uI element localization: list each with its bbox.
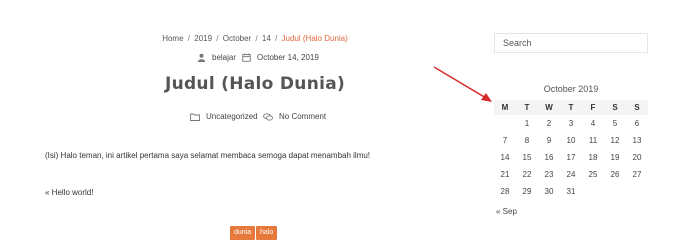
- weekday-header: F: [582, 100, 604, 115]
- breadcrumb-separator: /: [275, 34, 278, 43]
- comment-icon: [263, 112, 273, 121]
- folder-icon: [190, 113, 200, 121]
- breadcrumb: Home / 2019 / October / 14 / Judul (Halo…: [0, 34, 510, 43]
- calendar-day: 23: [544, 170, 554, 179]
- calendar-day: 16: [544, 153, 554, 162]
- calendar-day: 30: [544, 187, 554, 196]
- calendar-icon: [242, 53, 251, 62]
- calendar-table: M T W T F S S 1 2 3 4 5 6 7 8 9 10 11 12…: [494, 100, 648, 200]
- post-title: Judul (Halo Dunia): [164, 74, 346, 94]
- calendar-day: 25: [588, 170, 598, 179]
- post-comments[interactable]: No Comment: [263, 112, 326, 121]
- tag-halo[interactable]: halo: [256, 226, 278, 240]
- calendar-day: 31: [566, 187, 576, 196]
- calendar-day: 26: [610, 170, 620, 179]
- calendar-day: 20: [632, 153, 642, 162]
- calendar-day: [626, 183, 648, 200]
- weekday-header: S: [626, 100, 648, 115]
- calendar-week: 21 22 23 24 25 26 27: [494, 166, 648, 183]
- calendar-day: 14: [500, 153, 510, 162]
- calendar-week: 28 29 30 31: [494, 183, 648, 200]
- calendar-day: [494, 115, 516, 132]
- weekday-header: T: [560, 100, 582, 115]
- calendar-day: 9: [546, 136, 552, 145]
- calendar-day: 29: [522, 187, 532, 196]
- post-author[interactable]: belajar: [197, 53, 236, 62]
- calendar-day: 2: [546, 119, 552, 128]
- calendar-day: 28: [500, 187, 510, 196]
- breadcrumb-separator: /: [255, 34, 258, 43]
- breadcrumb-current: Judul (Halo Dunia): [281, 34, 348, 43]
- calendar-day: 4: [590, 119, 596, 128]
- calendar-day: [582, 183, 604, 200]
- user-icon: [197, 53, 206, 62]
- calendar-day: 10: [566, 136, 576, 145]
- calendar-day: 24: [566, 170, 576, 179]
- breadcrumb-month[interactable]: October: [223, 34, 251, 43]
- weekday-header: S: [604, 100, 626, 115]
- calendar-day: 1: [524, 119, 530, 128]
- calendar-day: 22: [522, 170, 532, 179]
- post-date[interactable]: October 14, 2019: [242, 53, 319, 62]
- calendar-day: 15: [522, 153, 532, 162]
- tag-dunia[interactable]: dunia: [230, 226, 256, 240]
- calendar-week: 7 8 9 10 11 12 13: [494, 132, 648, 149]
- calendar-day: 3: [568, 119, 574, 128]
- calendar-day: 6: [634, 119, 640, 128]
- breadcrumb-separator: /: [187, 34, 191, 43]
- calendar-day: 5: [612, 119, 618, 128]
- weekday-header: T: [516, 100, 538, 115]
- calendar-week: 14 15 16 17 18 19 20: [494, 149, 648, 166]
- calendar-day: 18: [588, 153, 598, 162]
- breadcrumb-day[interactable]: 14: [262, 34, 271, 43]
- calendar-day: [604, 183, 626, 200]
- category-link[interactable]: Uncategorized: [206, 112, 258, 121]
- calendar-day: 12: [610, 136, 620, 145]
- calendar-day: 17: [566, 153, 576, 162]
- author-name: belajar: [212, 53, 237, 62]
- calendar-prev-month-link[interactable]: « Sep: [496, 207, 517, 216]
- calendar-day: 13: [632, 136, 642, 145]
- date-text: October 14, 2019: [257, 53, 319, 62]
- comments-link[interactable]: No Comment: [279, 112, 326, 121]
- breadcrumb-home[interactable]: Home: [162, 34, 183, 43]
- calendar-day: 21: [500, 170, 510, 179]
- calendar-day: 7: [502, 136, 508, 145]
- weekday-header: M: [494, 100, 516, 115]
- breadcrumb-separator: /: [216, 34, 219, 43]
- calendar-day: 11: [588, 136, 598, 145]
- weekday-header: W: [538, 100, 560, 115]
- previous-post-link[interactable]: « Hello world!: [45, 188, 93, 197]
- calendar-day: 27: [632, 170, 642, 179]
- search-input[interactable]: [494, 33, 648, 53]
- calendar-day: 19: [610, 153, 620, 162]
- calendar-caption: October 2019: [543, 84, 599, 94]
- calendar-day: 8: [524, 136, 530, 145]
- post-category[interactable]: Uncategorized: [190, 112, 258, 121]
- post-content: (Isi) Halo teman, ini artikel pertama sa…: [45, 151, 371, 160]
- breadcrumb-year[interactable]: 2019: [194, 34, 212, 43]
- calendar-week: 1 2 3 4 5 6: [494, 115, 648, 132]
